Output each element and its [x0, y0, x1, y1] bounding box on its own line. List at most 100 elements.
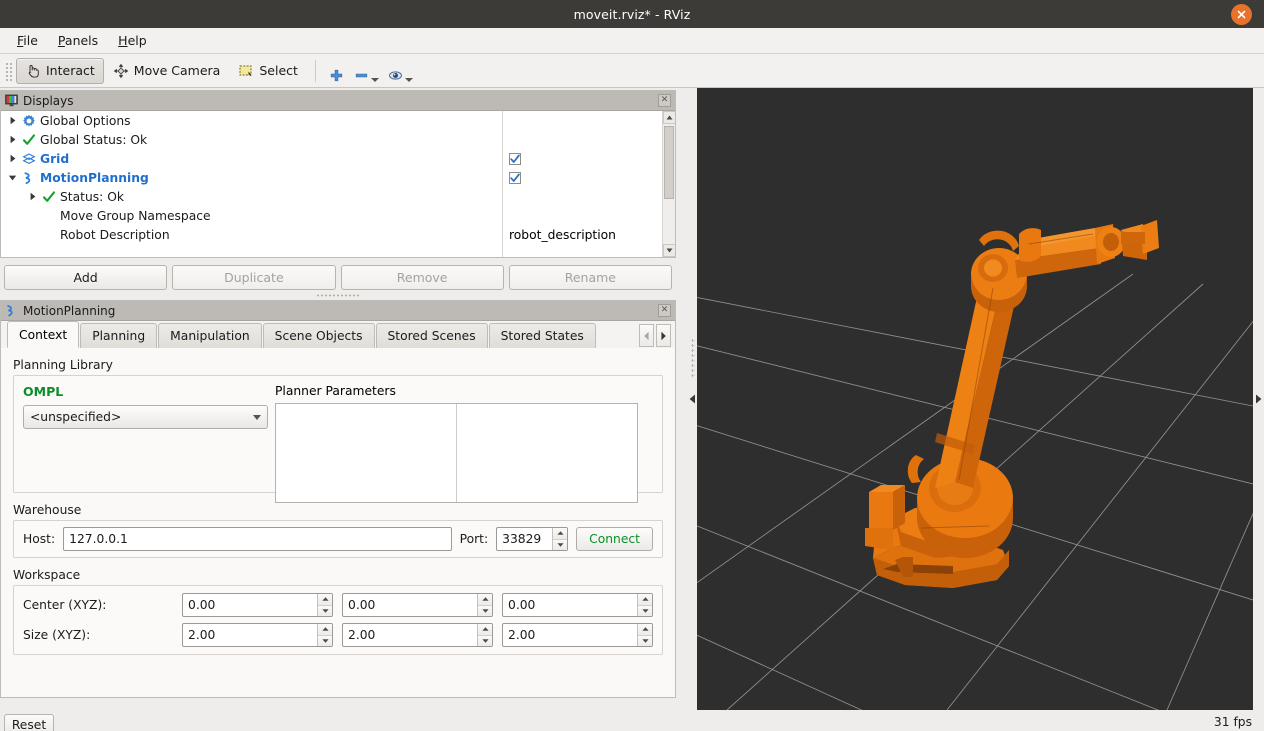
- warehouse-group: Host: 127.0.0.1 Port: 33829 Connect: [13, 520, 663, 558]
- center-x-spin-down[interactable]: [318, 604, 332, 616]
- displays-tree-value-cell[interactable]: [503, 149, 662, 168]
- tab-scroll-right-button[interactable]: [656, 324, 671, 347]
- size-z-spin-down[interactable]: [638, 634, 652, 646]
- port-spin-down[interactable]: [553, 538, 568, 550]
- tool-interact-button[interactable]: Interact: [16, 57, 104, 84]
- menu-file[interactable]: File: [8, 30, 47, 51]
- collapse-left-icon[interactable]: [689, 394, 696, 404]
- focus-tool-caret-icon[interactable]: [404, 77, 413, 82]
- port-spin-up[interactable]: [553, 528, 568, 539]
- displays-tree-row[interactable]: MotionPlanning: [1, 168, 502, 187]
- add-tool-button[interactable]: [324, 58, 349, 84]
- center-z-spinbox[interactable]: 0.00: [502, 593, 653, 617]
- scroll-down-button[interactable]: [663, 244, 675, 257]
- center-y-spin-buttons[interactable]: [477, 594, 492, 616]
- tree-collapse-arrow[interactable]: [5, 174, 20, 182]
- displays-tree-item-label: MotionPlanning: [40, 170, 149, 185]
- planner-select[interactable]: <unspecified>: [23, 405, 268, 429]
- tab-context[interactable]: Context: [7, 321, 80, 348]
- center-z-spin-down[interactable]: [638, 604, 652, 616]
- size-y-spin-down[interactable]: [478, 634, 492, 646]
- tab-manipulation[interactable]: Manipulation: [158, 323, 262, 348]
- tab-planning[interactable]: Planning: [80, 323, 158, 348]
- displays-tree-value-cell[interactable]: [503, 187, 662, 206]
- displays-panel-close-button[interactable]: ✕: [658, 94, 671, 107]
- motion-planning-titlebar: MotionPlanning ✕: [1, 301, 675, 321]
- displays-tree-row[interactable]: Status: Ok: [1, 187, 502, 206]
- displays-tree-row[interactable]: Robot Description: [1, 225, 502, 244]
- visibility-checkbox[interactable]: [509, 152, 521, 165]
- center-x-spin-buttons[interactable]: [317, 594, 332, 616]
- scroll-up-button[interactable]: [663, 111, 675, 124]
- displays-tree-value-cell[interactable]: [503, 206, 662, 225]
- displays-tree-value-cell[interactable]: [503, 111, 662, 130]
- remove-tool-caret-icon[interactable]: [370, 77, 379, 82]
- left-splitter-grip: [690, 338, 695, 378]
- motion-planning-close-button[interactable]: ✕: [658, 304, 671, 317]
- tree-expand-arrow[interactable]: [5, 116, 20, 125]
- center-y-spin-up[interactable]: [478, 594, 492, 605]
- duplicate-button[interactable]: Duplicate: [172, 265, 336, 290]
- center-x-spinbox[interactable]: 0.00: [182, 593, 333, 617]
- render-viewport-3d[interactable]: [697, 88, 1253, 710]
- tree-expand-arrow[interactable]: [25, 192, 40, 201]
- displays-action-buttons: Add Duplicate Remove Rename: [0, 263, 676, 292]
- visibility-checkbox[interactable]: [509, 171, 521, 184]
- right-splitter[interactable]: [1253, 88, 1264, 710]
- rename-button[interactable]: Rename: [508, 265, 672, 290]
- tool-move-camera-button[interactable]: Move Camera: [104, 58, 230, 84]
- center-y-value: 0.00: [348, 598, 376, 612]
- move-camera-icon: [113, 63, 129, 78]
- displays-tree-row[interactable]: Global Options: [1, 111, 502, 130]
- displays-tree-row[interactable]: Global Status: Ok: [1, 130, 502, 149]
- tab-scroll-left-button[interactable]: [639, 324, 654, 347]
- remove-tool-button[interactable]: [349, 58, 383, 84]
- tool-select-button[interactable]: Select: [229, 58, 307, 84]
- size-z-spin-up[interactable]: [638, 624, 652, 635]
- tab-stored-states[interactable]: Stored States: [488, 323, 596, 348]
- size-x-spin-buttons[interactable]: [317, 624, 332, 646]
- main-toolbar: Interact Move Camera Select: [0, 54, 1264, 88]
- connect-button[interactable]: Connect: [576, 527, 653, 551]
- tree-expand-arrow[interactable]: [5, 135, 20, 144]
- displays-tree-value-cell[interactable]: [503, 168, 662, 187]
- size-z-spinbox[interactable]: 2.00: [502, 623, 653, 647]
- center-x-spin-up[interactable]: [318, 594, 332, 605]
- size-y-spin-up[interactable]: [478, 624, 492, 635]
- add-button[interactable]: Add: [4, 265, 168, 290]
- size-y-spinbox[interactable]: 2.00: [342, 623, 493, 647]
- displays-tree-value-cell[interactable]: [503, 130, 662, 149]
- left-splitter[interactable]: [688, 88, 697, 710]
- size-y-spin-buttons[interactable]: [477, 624, 492, 646]
- remove-button[interactable]: Remove: [340, 265, 504, 290]
- close-window-button[interactable]: [1231, 4, 1252, 25]
- menu-help[interactable]: Help: [109, 30, 156, 51]
- center-z-spin-buttons[interactable]: [637, 594, 652, 616]
- size-x-spin-up[interactable]: [318, 624, 332, 635]
- planning-library-name: OMPL: [23, 384, 64, 399]
- displays-tree-value-cell[interactable]: robot_description: [503, 225, 662, 244]
- center-y-spin-down[interactable]: [478, 604, 492, 616]
- size-z-spin-buttons[interactable]: [637, 624, 652, 646]
- size-x-spin-down[interactable]: [318, 634, 332, 646]
- size-x-spinbox[interactable]: 2.00: [182, 623, 333, 647]
- center-z-spin-up[interactable]: [638, 594, 652, 605]
- toolbar-grip[interactable]: [4, 60, 13, 81]
- displays-scrollbar[interactable]: [662, 111, 675, 257]
- tab-scene-objects[interactable]: Scene Objects: [262, 323, 375, 348]
- displays-tree-row[interactable]: Move Group Namespace: [1, 206, 502, 225]
- focus-tool-button[interactable]: [383, 58, 417, 84]
- scrollbar-thumb[interactable]: [664, 126, 674, 199]
- center-y-spinbox[interactable]: 0.00: [342, 593, 493, 617]
- tree-expand-arrow[interactable]: [5, 154, 20, 163]
- menu-panels[interactable]: Panels: [49, 30, 107, 51]
- port-spin-buttons[interactable]: [552, 528, 568, 550]
- host-input[interactable]: 127.0.0.1: [63, 527, 452, 551]
- tab-stored-scenes[interactable]: Stored Scenes: [375, 323, 488, 348]
- displays-tree-row[interactable]: Grid: [1, 149, 502, 168]
- planner-parameters-table[interactable]: [275, 403, 638, 503]
- reset-button[interactable]: Reset: [4, 714, 54, 731]
- panel-splitter-handle[interactable]: [0, 292, 676, 299]
- port-spinbox[interactable]: 33829: [496, 527, 569, 551]
- collapse-right-icon[interactable]: [1255, 394, 1262, 404]
